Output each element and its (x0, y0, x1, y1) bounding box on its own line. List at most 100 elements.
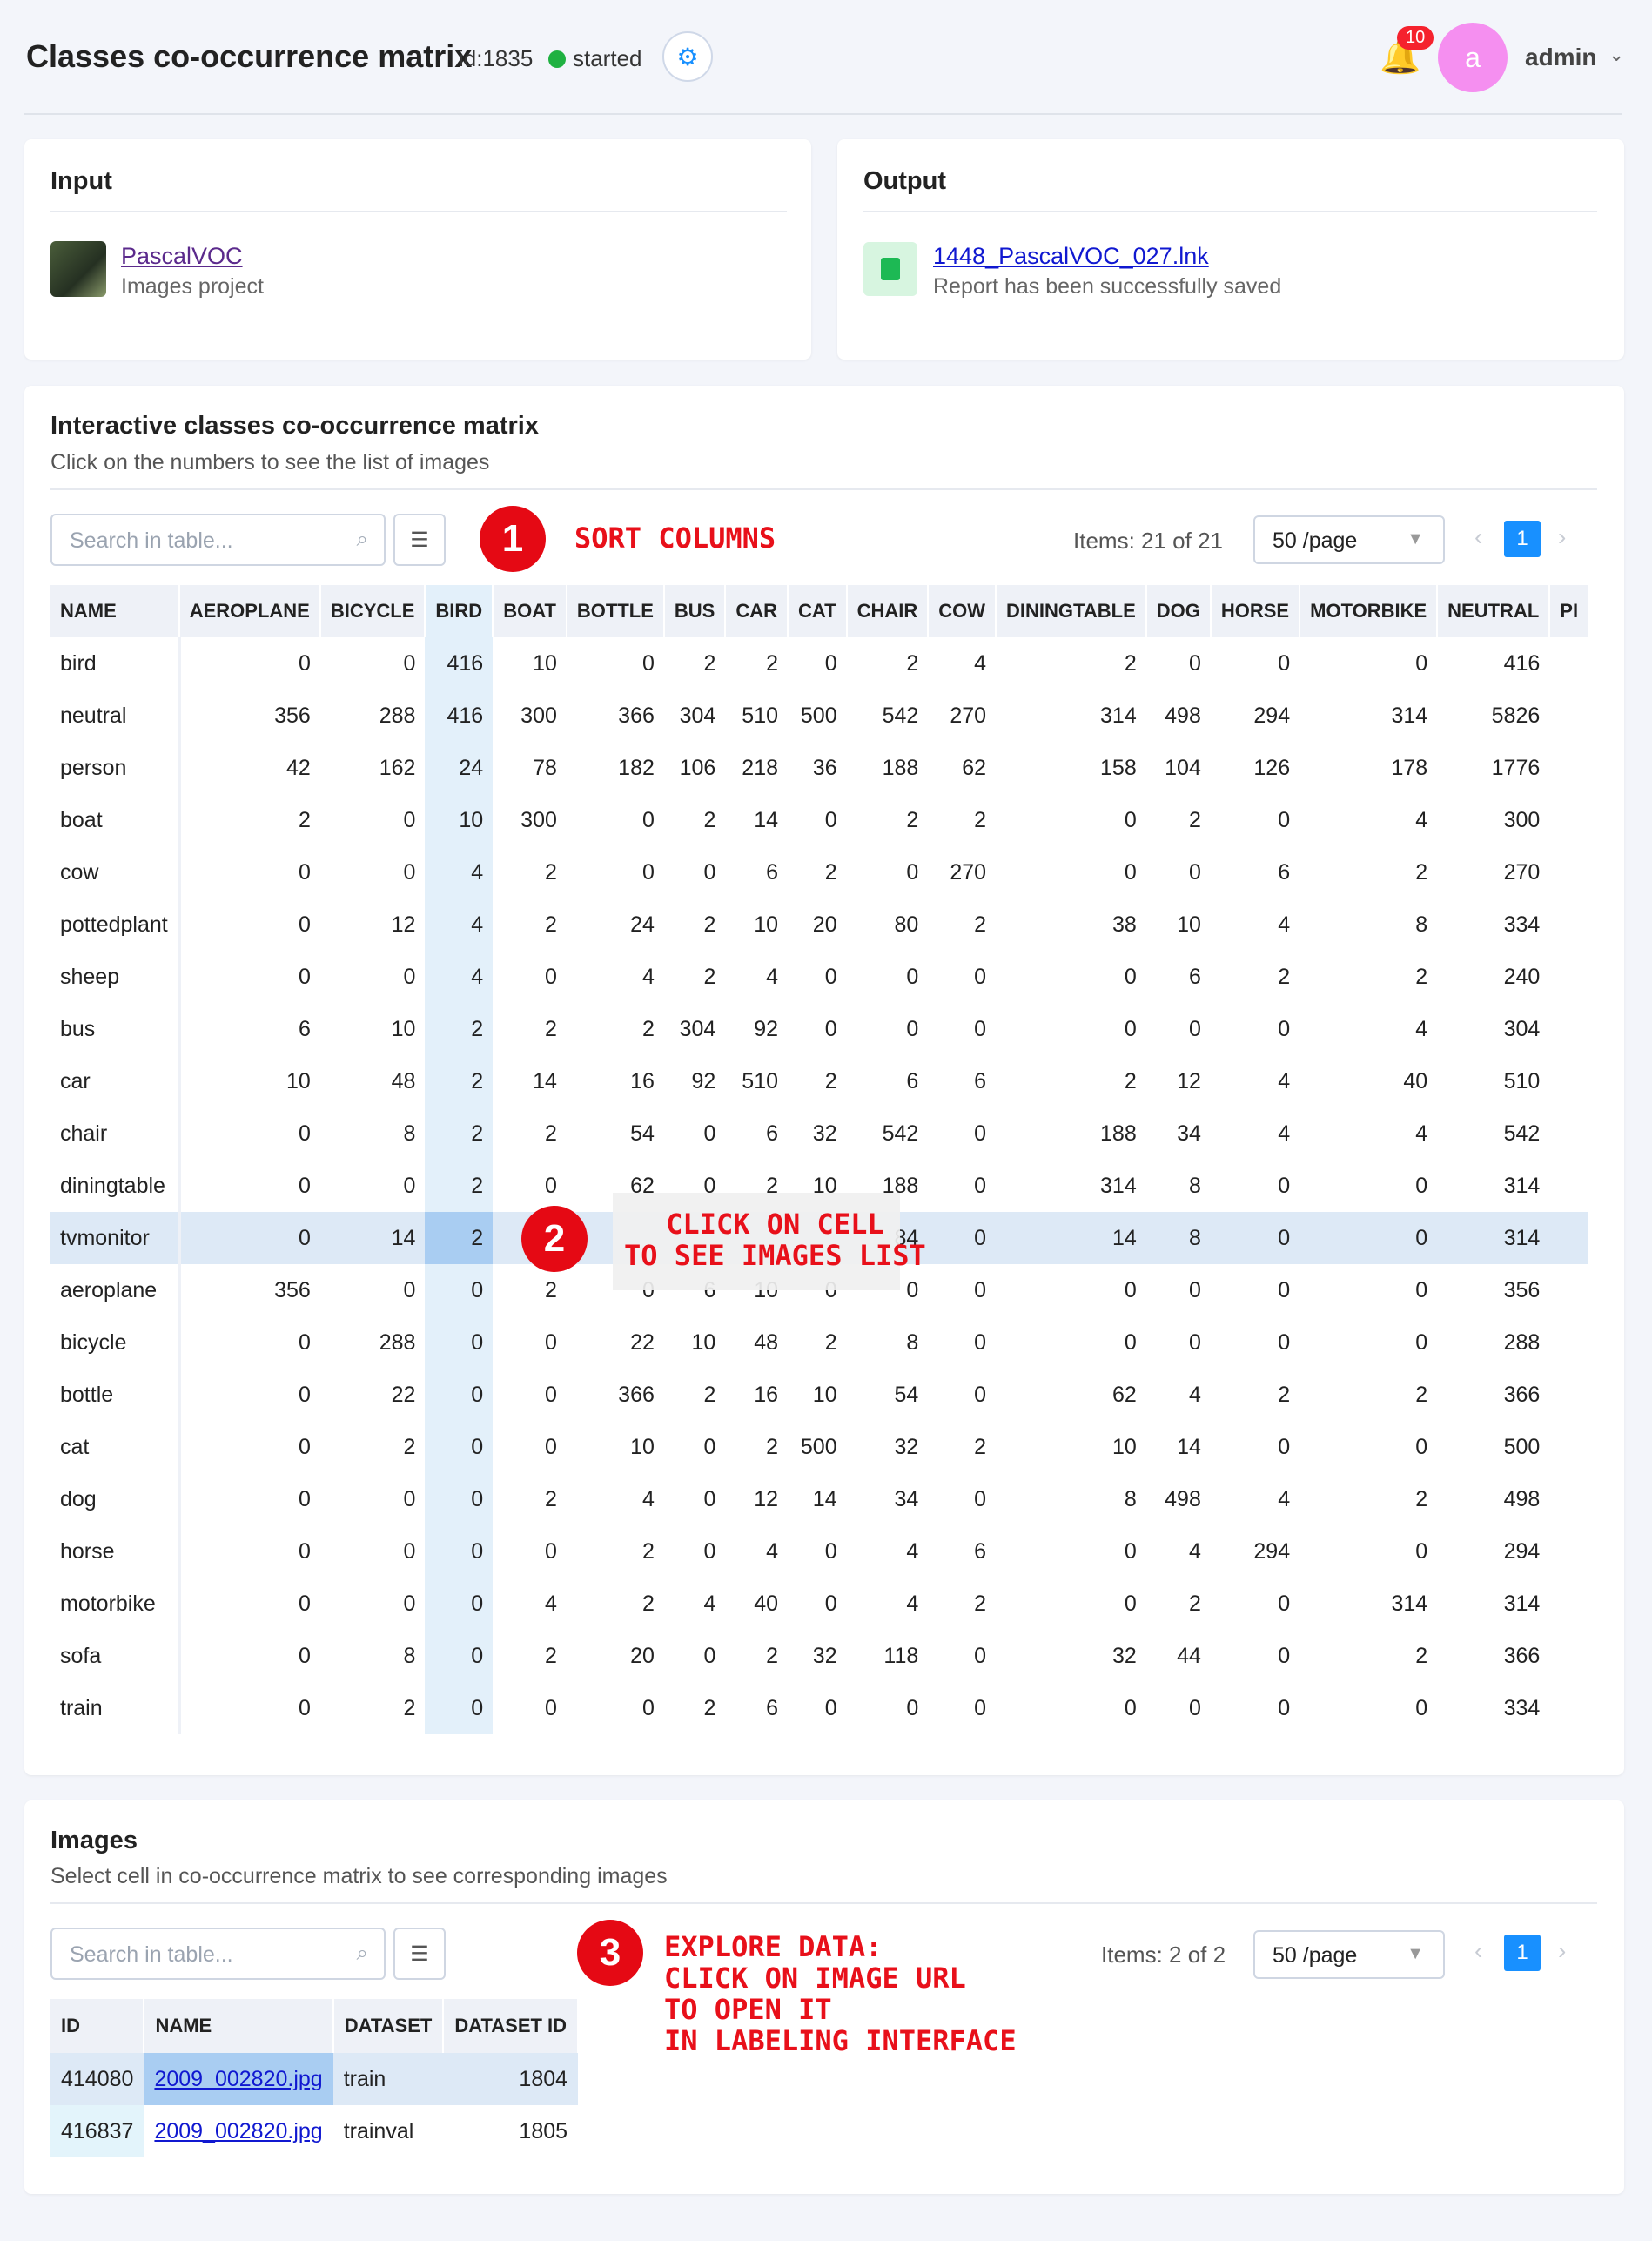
matrix-cell[interactable]: 0 (1299, 1682, 1437, 1734)
matrix-cell[interactable]: 0 (1299, 1316, 1437, 1369)
matrix-cell[interactable]: 0 (493, 1682, 567, 1734)
matrix-cell[interactable]: 2 (996, 1055, 1146, 1107)
matrix-cell[interactable] (1549, 1003, 1588, 1055)
matrix-cell[interactable]: 270 (928, 846, 996, 898)
matrix-cell[interactable]: 0 (664, 1630, 725, 1682)
matrix-cell[interactable]: 0 (179, 1107, 320, 1160)
matrix-cell[interactable]: 2 (928, 1578, 996, 1630)
matrix-cell[interactable]: 8 (996, 1473, 1146, 1525)
matrix-cell[interactable]: 0 (320, 794, 426, 846)
matrix-cell[interactable]: 356 (179, 690, 320, 742)
matrix-cell[interactable]: 0 (664, 1107, 725, 1160)
matrix-cell[interactable] (1549, 690, 1588, 742)
matrix-cell[interactable]: 10 (725, 898, 788, 951)
matrix-cell[interactable]: 0 (493, 951, 567, 1003)
matrix-cell[interactable]: 2 (425, 1003, 494, 1055)
matrix-cell[interactable]: 0 (996, 951, 1146, 1003)
matrix-cell[interactable]: 0 (928, 1212, 997, 1264)
matrix-cell[interactable]: 0 (847, 1682, 929, 1734)
matrix-cell[interactable]: 0 (493, 1369, 567, 1421)
matrix-cell[interactable]: 0 (425, 1682, 494, 1734)
matrix-cell[interactable]: 334 (1437, 898, 1549, 951)
avatar[interactable]: a (1438, 23, 1508, 92)
matrix-cell[interactable]: 334 (1437, 1682, 1549, 1734)
matrix-cell[interactable]: 4 (425, 898, 494, 951)
matrix-cell[interactable]: 0 (928, 1630, 996, 1682)
matrix-cell[interactable]: 0 (996, 1003, 1146, 1055)
matrix-cell[interactable]: 10 (493, 637, 567, 690)
matrix-cell[interactable]: 8 (847, 1316, 929, 1369)
matrix-cell[interactable]: 0 (1299, 1160, 1437, 1212)
matrix-cell[interactable]: 4 (493, 1578, 567, 1630)
matrix-page-size-select[interactable]: 50 /page ▼ (1253, 515, 1445, 564)
matrix-cell[interactable]: 500 (788, 690, 847, 742)
matrix-cell[interactable]: 0 (996, 1264, 1146, 1316)
matrix-cell[interactable]: 0 (1211, 637, 1299, 690)
matrix-cell[interactable]: 0 (788, 1682, 847, 1734)
matrix-cell[interactable]: 6 (725, 846, 788, 898)
matrix-cell[interactable]: 0 (847, 846, 929, 898)
matrix-cell[interactable]: 2 (425, 1212, 494, 1264)
matrix-cell[interactable]: 294 (1437, 1525, 1549, 1578)
column-header-boat[interactable]: BOAT (493, 585, 567, 637)
matrix-cell[interactable]: 2 (847, 637, 929, 690)
matrix-cell[interactable]: 48 (320, 1055, 426, 1107)
matrix-cell[interactable]: 2 (1299, 1473, 1437, 1525)
matrix-cell[interactable]: 288 (320, 1316, 426, 1369)
matrix-cell[interactable]: 4 (1211, 1055, 1299, 1107)
matrix-cell[interactable]: 0 (664, 846, 725, 898)
matrix-cell[interactable]: 0 (928, 1473, 996, 1525)
matrix-cell[interactable]: 294 (1211, 1525, 1299, 1578)
matrix-cell[interactable]: 314 (996, 690, 1146, 742)
column-header-pi[interactable]: PI (1549, 585, 1590, 637)
matrix-cell[interactable]: 510 (725, 1055, 788, 1107)
matrix-cell[interactable]: 182 (567, 742, 664, 794)
matrix-cell[interactable]: 0 (425, 1525, 494, 1578)
matrix-cell[interactable]: 0 (178, 1212, 320, 1264)
matrix-cell[interactable] (1549, 1525, 1588, 1578)
matrix-cell[interactable]: 314 (1299, 1578, 1437, 1630)
matrix-cell[interactable]: 32 (788, 1107, 847, 1160)
matrix-cell[interactable]: 0 (928, 1316, 996, 1369)
chevron-left-icon[interactable]: ‹ (1474, 523, 1482, 551)
matrix-cell[interactable]: 0 (320, 1525, 426, 1578)
column-header-aeroplane[interactable]: AEROPLANE (178, 585, 321, 637)
matrix-cell[interactable]: 4 (567, 1473, 664, 1525)
matrix-cell[interactable]: 0 (320, 1578, 426, 1630)
matrix-cell[interactable]: 12 (1146, 1055, 1211, 1107)
matrix-cell[interactable]: 2 (567, 1578, 664, 1630)
matrix-cell[interactable]: 0 (996, 1578, 1146, 1630)
matrix-cell[interactable]: 6 (725, 1107, 788, 1160)
matrix-cell[interactable]: 2 (493, 1003, 567, 1055)
matrix-cell[interactable]: 0 (928, 1264, 996, 1316)
matrix-cell[interactable]: 0 (567, 794, 664, 846)
matrix-cell[interactable]: 0 (567, 1682, 664, 1734)
matrix-cell[interactable] (1549, 1473, 1588, 1525)
matrix-cell[interactable]: 34 (1146, 1107, 1211, 1160)
matrix-cell[interactable]: 0 (179, 1369, 320, 1421)
column-header-diningtable[interactable]: DININGTABLE (996, 585, 1147, 637)
matrix-cell[interactable]: 10 (320, 1003, 426, 1055)
matrix-cell[interactable]: 2 (725, 1630, 788, 1682)
matrix-cell[interactable] (1549, 1369, 1588, 1421)
column-header-name[interactable]: NAME (50, 585, 180, 637)
matrix-cell[interactable]: 8 (1146, 1160, 1211, 1212)
matrix-cell[interactable]: 0 (847, 1003, 929, 1055)
matrix-cell[interactable] (1549, 1212, 1589, 1264)
matrix-cell[interactable]: 0 (788, 637, 847, 690)
matrix-cell[interactable]: 0 (1299, 1525, 1437, 1578)
matrix-cell[interactable]: 366 (567, 690, 664, 742)
matrix-cell[interactable]: 2 (664, 794, 725, 846)
matrix-cell[interactable]: 32 (847, 1421, 929, 1473)
matrix-cell[interactable] (1549, 1682, 1588, 1734)
matrix-cell[interactable]: 0 (493, 1160, 567, 1212)
filter-button[interactable]: ☰ (393, 1928, 446, 1980)
matrix-cell[interactable]: 2 (664, 637, 725, 690)
matrix-cell[interactable]: 2 (664, 951, 725, 1003)
matrix-cell[interactable]: 366 (567, 1369, 664, 1421)
matrix-cell[interactable]: 4 (567, 951, 664, 1003)
matrix-cell[interactable]: 0 (179, 951, 320, 1003)
matrix-cell[interactable]: 40 (1299, 1055, 1437, 1107)
matrix-cell[interactable]: 2 (425, 1107, 494, 1160)
matrix-cell[interactable]: 0 (928, 1003, 996, 1055)
